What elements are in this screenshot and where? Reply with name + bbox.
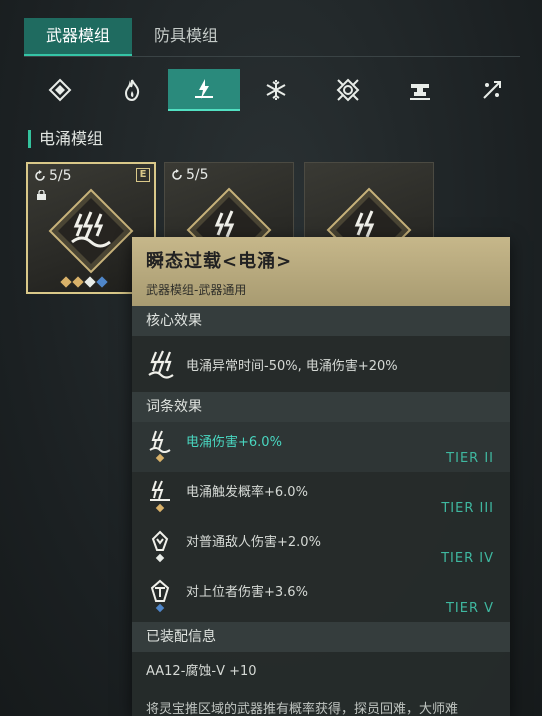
stat-text: 对普通敌人伤害+2.0% bbox=[186, 534, 321, 550]
tab-weapon-modules[interactable]: 武器模组 bbox=[24, 18, 133, 56]
category-frost[interactable] bbox=[240, 69, 312, 111]
category-anvil[interactable] bbox=[384, 69, 456, 111]
module-count-text: 5/5 bbox=[49, 168, 72, 184]
stat-row: 对上位者伤害+3.6% TIER V bbox=[132, 572, 510, 622]
stat-row: 对普通敌人伤害+2.0% TIER IV bbox=[132, 522, 510, 572]
category-shield[interactable] bbox=[312, 69, 384, 111]
bounce-module-icon bbox=[483, 81, 501, 99]
core-effect-text: 电涌异常时间-50%, 电涌伤害+20% bbox=[186, 358, 398, 374]
module-count-text: 5/5 bbox=[186, 167, 209, 183]
surge-module-icon bbox=[195, 79, 213, 99]
normal-enemy-damage-icon bbox=[151, 530, 169, 551]
surge-overload-module-icon bbox=[48, 188, 134, 274]
burn-module-icon bbox=[124, 79, 140, 102]
surge-effect-icon bbox=[148, 350, 174, 379]
module-count: 5/5 bbox=[171, 167, 209, 183]
refresh-icon bbox=[172, 169, 182, 180]
stat-text: 电涌触发概率+6.0% bbox=[186, 484, 308, 500]
category-general[interactable] bbox=[24, 69, 96, 111]
elite-enemy-damage-icon bbox=[150, 579, 170, 602]
surge-trigger-icon bbox=[150, 480, 170, 501]
tab-armor-modules[interactable]: 防具模组 bbox=[132, 18, 240, 56]
stat-text: 电涌伤害+6.0% bbox=[186, 434, 282, 450]
stat-row: 电涌触发概率+6.0% TIER III bbox=[132, 472, 510, 522]
general-module-icon bbox=[48, 78, 72, 102]
lock-icon bbox=[37, 190, 46, 200]
module-count: 5/5 bbox=[34, 168, 72, 184]
tab-divider bbox=[24, 56, 520, 57]
module-category: 武器模组-武器通用 bbox=[146, 283, 247, 297]
equipped-weapon: AA12-腐蚀-V +10 bbox=[146, 664, 257, 679]
module-rarity-dots bbox=[60, 276, 108, 288]
frost-module-icon bbox=[266, 80, 286, 100]
module-description: 将灵宝推区域的武器推有概率获得，探员回难，大师难 bbox=[146, 702, 459, 716]
module-detail-tooltip: 瞬态过载<电涌> 武器模组-武器通用 核心效果 电涌异常时间-50%, 电涌伤害… bbox=[132, 237, 510, 716]
module-name: 瞬态过载<电涌> bbox=[146, 251, 293, 272]
module-type-tabs: 武器模组 防具模组 bbox=[24, 18, 240, 56]
stat-tier: TIER III bbox=[441, 501, 494, 516]
shield-module-icon bbox=[336, 78, 360, 102]
stat-tier: TIER IV bbox=[441, 551, 494, 566]
tooltip-header: 瞬态过载<电涌> 武器模组-武器通用 bbox=[132, 237, 510, 306]
refresh-icon bbox=[35, 170, 45, 181]
stat-tier: TIER V bbox=[445, 601, 494, 616]
equip-info-heading: 已装配信息 bbox=[132, 622, 510, 652]
stat-row: 电涌伤害+6.0% TIER II bbox=[132, 422, 510, 472]
stat-text: 对上位者伤害+3.6% bbox=[186, 584, 308, 600]
stats-heading: 词条效果 bbox=[132, 392, 510, 422]
category-bounce[interactable] bbox=[456, 69, 528, 111]
anvil-module-icon bbox=[410, 84, 430, 100]
section-title-surge-modules: 电涌模组 bbox=[28, 130, 103, 148]
module-category-bar bbox=[24, 68, 528, 112]
core-effect-heading: 核心效果 bbox=[132, 306, 510, 336]
core-effect-row: 电涌异常时间-50%, 电涌伤害+20% bbox=[132, 336, 510, 392]
stat-tier: TIER II bbox=[446, 451, 494, 466]
category-surge[interactable] bbox=[168, 69, 240, 111]
equipped-badge: E bbox=[136, 168, 150, 182]
surge-damage-icon bbox=[149, 430, 171, 453]
category-burn[interactable] bbox=[96, 69, 168, 111]
